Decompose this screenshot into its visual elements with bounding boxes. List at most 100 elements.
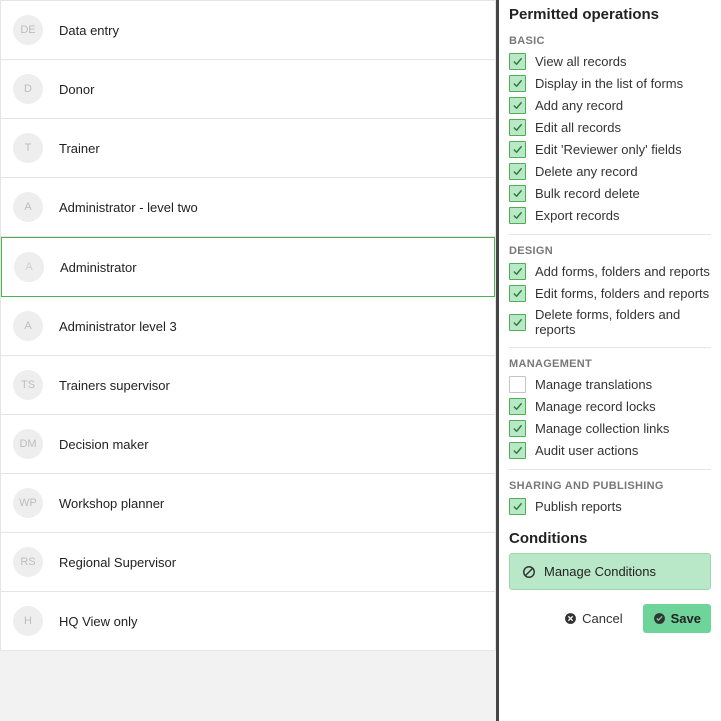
role-label: Administrator bbox=[60, 260, 137, 275]
role-item[interactable]: T Trainer bbox=[1, 119, 495, 178]
permission-label: Edit 'Reviewer only' fields bbox=[535, 142, 682, 157]
permissions-group-label: SHARING AND PUBLISHING bbox=[509, 469, 711, 492]
permission-checkbox[interactable] bbox=[509, 442, 526, 459]
save-label: Save bbox=[671, 611, 701, 626]
permission-checkbox[interactable] bbox=[509, 163, 526, 180]
role-item[interactable]: A Administrator - level two bbox=[1, 178, 495, 237]
permission-checkbox[interactable] bbox=[509, 53, 526, 70]
avatar: A bbox=[14, 252, 44, 282]
role-label: Administrator - level two bbox=[59, 200, 198, 215]
permission-row: Add any record bbox=[509, 97, 711, 114]
avatar: D bbox=[13, 74, 43, 104]
permission-checkbox[interactable] bbox=[509, 185, 526, 202]
permission-label: View all records bbox=[535, 54, 627, 69]
avatar: DE bbox=[13, 15, 43, 45]
permission-label: Delete any record bbox=[535, 164, 638, 179]
role-label: Decision maker bbox=[59, 437, 149, 452]
permission-row: Edit 'Reviewer only' fields bbox=[509, 141, 711, 158]
permission-checkbox[interactable] bbox=[509, 119, 526, 136]
permission-row: Manage collection links bbox=[509, 420, 711, 437]
permission-checkbox[interactable] bbox=[509, 376, 526, 393]
permission-row: Delete any record bbox=[509, 163, 711, 180]
permission-groups: BASIC View all records Display in the list… bbox=[509, 25, 711, 520]
permission-checkbox[interactable] bbox=[509, 207, 526, 224]
permission-row: Delete forms, folders and reports bbox=[509, 307, 711, 337]
role-label: Data entry bbox=[59, 23, 119, 38]
check-circle-icon bbox=[653, 612, 666, 625]
permission-checkbox[interactable] bbox=[509, 314, 526, 331]
permission-row: Edit all records bbox=[509, 119, 711, 136]
avatar: A bbox=[13, 311, 43, 341]
permissions-group-label: DESIGN bbox=[509, 234, 711, 257]
permission-checkbox[interactable] bbox=[509, 263, 526, 280]
role-item[interactable]: TS Trainers supervisor bbox=[1, 356, 495, 415]
permission-row: Manage record locks bbox=[509, 398, 711, 415]
permission-checkbox[interactable] bbox=[509, 420, 526, 437]
close-icon bbox=[564, 612, 577, 625]
avatar: H bbox=[13, 606, 43, 636]
manage-conditions-button[interactable]: Manage Conditions bbox=[509, 553, 711, 590]
permission-label: Display in the list of forms bbox=[535, 76, 683, 91]
avatar: T bbox=[13, 133, 43, 163]
role-item[interactable]: DE Data entry bbox=[1, 1, 495, 60]
avatar: WP bbox=[13, 488, 43, 518]
role-label: Workshop planner bbox=[59, 496, 164, 511]
role-label: Administrator level 3 bbox=[59, 319, 177, 334]
permission-label: Publish reports bbox=[535, 499, 622, 514]
role-label: Donor bbox=[59, 82, 94, 97]
permission-label: Audit user actions bbox=[535, 443, 638, 458]
permission-checkbox[interactable] bbox=[509, 141, 526, 158]
role-item[interactable]: RS Regional Supervisor bbox=[1, 533, 495, 592]
role-label: Regional Supervisor bbox=[59, 555, 176, 570]
permission-label: Add any record bbox=[535, 98, 623, 113]
block-icon bbox=[522, 565, 536, 579]
avatar: A bbox=[13, 192, 43, 222]
permission-label: Export records bbox=[535, 208, 620, 223]
permission-row: Publish reports bbox=[509, 498, 711, 515]
role-item[interactable]: DM Decision maker bbox=[1, 415, 495, 474]
permission-row: Display in the list of forms bbox=[509, 75, 711, 92]
role-item[interactable]: D Donor bbox=[1, 60, 495, 119]
role-item[interactable]: H HQ View only bbox=[1, 592, 495, 650]
dialog-footer: Cancel Save bbox=[509, 604, 711, 633]
role-item[interactable]: A Administrator bbox=[1, 237, 495, 297]
permission-label: Manage record locks bbox=[535, 399, 656, 414]
role-label: HQ View only bbox=[59, 614, 138, 629]
permission-row: Export records bbox=[509, 207, 711, 224]
permission-label: Delete forms, folders and reports bbox=[535, 307, 711, 337]
permissions-panel: Permitted operations BASIC View all recor… bbox=[496, 0, 721, 721]
permission-row: Manage translations bbox=[509, 376, 711, 393]
permission-row: Add forms, folders and reports bbox=[509, 263, 711, 280]
permission-label: Manage collection links bbox=[535, 421, 669, 436]
permission-label: Manage translations bbox=[535, 377, 652, 392]
conditions-title: Conditions bbox=[509, 530, 711, 547]
permission-checkbox[interactable] bbox=[509, 75, 526, 92]
roles-panel: DE Data entry D Donor T Trainer A Administrator… bbox=[0, 0, 496, 721]
permission-row: Audit user actions bbox=[509, 442, 711, 459]
permission-checkbox[interactable] bbox=[509, 398, 526, 415]
permission-label: Edit forms, folders and reports bbox=[535, 286, 709, 301]
role-label: Trainers supervisor bbox=[59, 378, 170, 393]
avatar: RS bbox=[13, 547, 43, 577]
role-label: Trainer bbox=[59, 141, 100, 156]
permission-row: View all records bbox=[509, 53, 711, 70]
permission-checkbox[interactable] bbox=[509, 285, 526, 302]
avatar: DM bbox=[13, 429, 43, 459]
cancel-button[interactable]: Cancel bbox=[554, 604, 632, 633]
permission-label: Add forms, folders and reports bbox=[535, 264, 710, 279]
role-item[interactable]: WP Workshop planner bbox=[1, 474, 495, 533]
permission-label: Bulk record delete bbox=[535, 186, 640, 201]
permissions-title: Permitted operations bbox=[509, 6, 711, 23]
permission-row: Bulk record delete bbox=[509, 185, 711, 202]
avatar: TS bbox=[13, 370, 43, 400]
save-button[interactable]: Save bbox=[643, 604, 711, 633]
permission-checkbox[interactable] bbox=[509, 97, 526, 114]
manage-conditions-label: Manage Conditions bbox=[544, 564, 656, 579]
role-item[interactable]: A Administrator level 3 bbox=[1, 297, 495, 356]
permissions-group-label: BASIC bbox=[509, 35, 711, 47]
permissions-group-label: MANAGEMENT bbox=[509, 347, 711, 370]
permission-checkbox[interactable] bbox=[509, 498, 526, 515]
cancel-label: Cancel bbox=[582, 611, 622, 626]
role-list: DE Data entry D Donor T Trainer A Administrator… bbox=[0, 0, 496, 651]
permission-row: Edit forms, folders and reports bbox=[509, 285, 711, 302]
